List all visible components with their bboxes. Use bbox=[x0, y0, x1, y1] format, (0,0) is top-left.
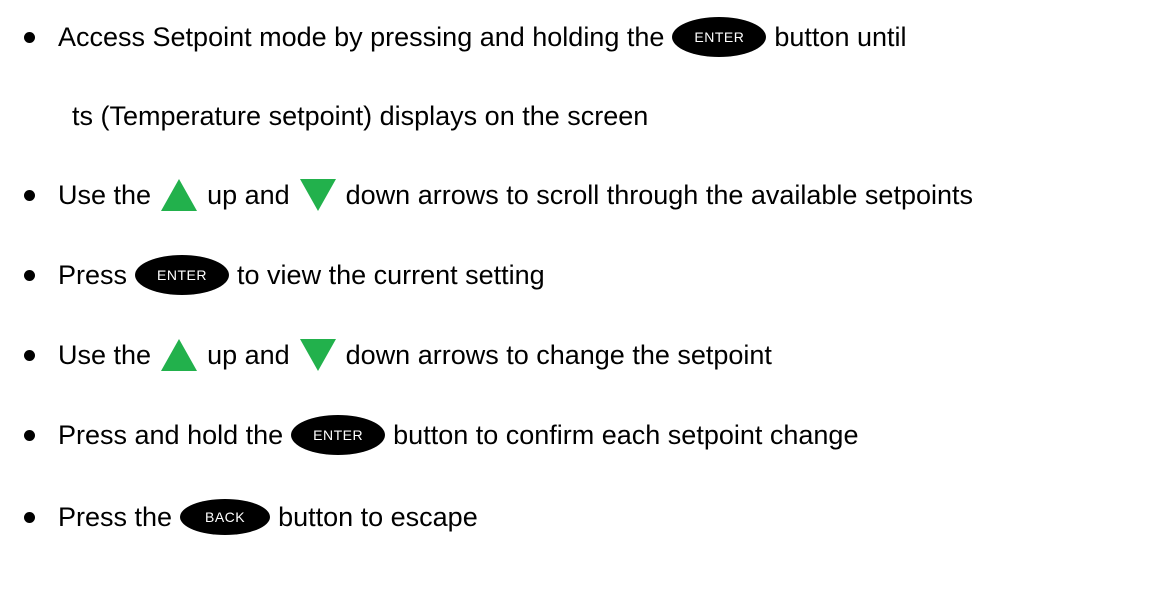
list-item-text: Use the up and down arrows to change the… bbox=[58, 337, 772, 373]
list-item-continuation: ts (Temperature setpoint) displays on th… bbox=[0, 94, 1154, 138]
bullet-icon bbox=[24, 511, 35, 523]
step-text-before: Press and hold the bbox=[58, 419, 284, 450]
list-item-text: Press ENTER to view the current setting bbox=[58, 255, 545, 295]
step-text-after: button to confirm each setpoint change bbox=[393, 419, 859, 450]
list-item: Use the up and down arrows to change the… bbox=[0, 333, 1154, 377]
list-item-text: Press and hold the ENTER button to confi… bbox=[58, 415, 858, 455]
list-item: Press the BACK button to escape bbox=[0, 495, 1154, 539]
list-item: Press and hold the ENTER button to confi… bbox=[0, 413, 1154, 457]
green-up-triangle-icon bbox=[161, 179, 198, 211]
instruction-list: Access Setpoint mode by pressing and hol… bbox=[0, 0, 1154, 611]
green-down-triangle-icon bbox=[299, 339, 336, 371]
list-item-text: Access Setpoint mode by pressing and hol… bbox=[58, 17, 907, 57]
step-text-after: down arrows to change the setpoint bbox=[345, 339, 772, 370]
enter-button-icon: ENTER bbox=[135, 255, 230, 295]
bullet-icon bbox=[24, 189, 35, 201]
green-up-triangle-icon bbox=[161, 339, 198, 371]
step-text-after: button until bbox=[774, 21, 907, 52]
list-item: Access Setpoint mode by pressing and hol… bbox=[0, 15, 1154, 59]
bullet-icon bbox=[24, 269, 35, 281]
bullet-icon bbox=[24, 429, 35, 441]
step-text-middle: up and bbox=[207, 179, 290, 210]
list-item-text: Press the BACK button to escape bbox=[58, 499, 478, 535]
green-down-triangle-icon bbox=[299, 179, 336, 211]
step-text-after: to view the current setting bbox=[237, 259, 545, 290]
continuation-text: ts (Temperature setpoint) displays on th… bbox=[72, 100, 649, 131]
enter-button-icon: ENTER bbox=[291, 415, 386, 455]
step-text-middle: up and bbox=[207, 339, 290, 370]
step-text-before: Press bbox=[58, 259, 128, 290]
bullet-icon bbox=[24, 31, 35, 43]
enter-button-icon: ENTER bbox=[672, 17, 767, 57]
step-text-before: Access Setpoint mode by pressing and hol… bbox=[58, 21, 665, 52]
step-text-before: Press the bbox=[58, 501, 173, 532]
step-text-after: down arrows to scroll through the availa… bbox=[345, 179, 973, 210]
step-text-before: Use the bbox=[58, 339, 152, 370]
list-item-text: Use the up and down arrows to scroll thr… bbox=[58, 177, 973, 213]
step-text-after: button to escape bbox=[278, 501, 478, 532]
bullet-icon bbox=[24, 349, 35, 361]
list-item: Use the up and down arrows to scroll thr… bbox=[0, 173, 1154, 217]
list-item: Press ENTER to view the current setting bbox=[0, 253, 1154, 297]
back-button-icon: BACK bbox=[180, 499, 271, 535]
step-text-before: Use the bbox=[58, 179, 152, 210]
